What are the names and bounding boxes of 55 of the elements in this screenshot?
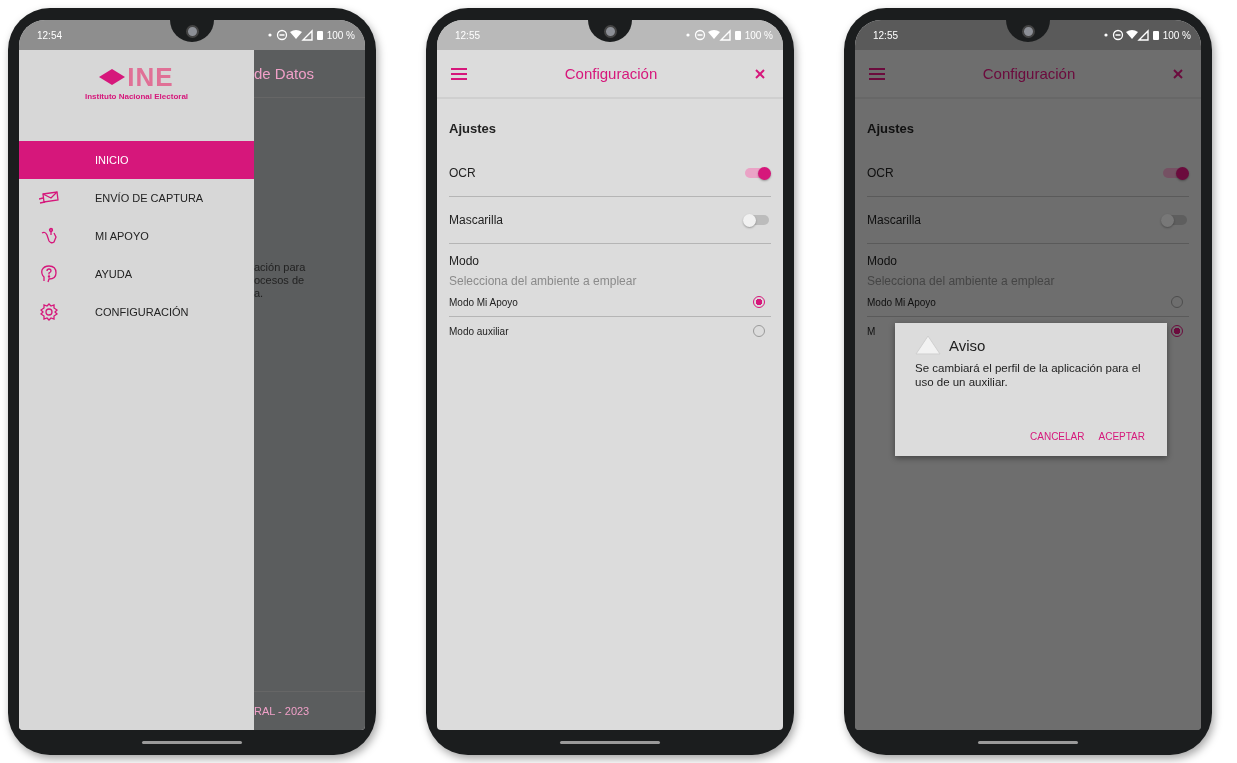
option-label: Modo auxiliar: [449, 325, 509, 337]
battery-percent: 100 %: [326, 29, 355, 41]
radio-button[interactable]: [753, 296, 765, 308]
menu-item[interactable]: AYUDA: [19, 255, 254, 293]
option-label: M: [867, 325, 876, 337]
option-label: Modo Mi Apoyo: [449, 296, 518, 308]
toggle-switch[interactable]: [1163, 215, 1187, 225]
status-time: 12:54: [37, 29, 63, 41]
option-label: Modo Mi Apoyo: [867, 296, 936, 308]
logo-subtitle: Instituto Nacional Electoral: [84, 92, 189, 101]
battery-percent: 100 %: [744, 29, 773, 41]
close-icon[interactable]: [1173, 68, 1183, 79]
battery-percent: 100 %: [1162, 29, 1191, 41]
logo-text: INE: [127, 64, 174, 90]
setting-label: OCR: [449, 166, 476, 180]
status-time: 12:55: [873, 29, 899, 41]
setting-label: Modo: [867, 254, 899, 268]
toggle-switch[interactable]: [745, 215, 769, 225]
status-icons: [266, 29, 325, 41]
section-heading: Ajustes: [449, 121, 497, 136]
body-text: ación para: [254, 261, 307, 274]
camera-notch: [1006, 20, 1050, 42]
setting-label: Mascarilla: [449, 213, 503, 227]
menu-item[interactable]: MI APOYO: [19, 217, 254, 255]
diamond-icon: [99, 69, 126, 85]
menu-item[interactable]: CONFIGURACIÓN: [19, 293, 254, 331]
setting-description: Selecciona del ambiente a emplear: [449, 274, 638, 288]
footer-text: RAL - 2023: [254, 705, 310, 717]
warning-icon: [915, 335, 941, 355]
section-heading: Ajustes: [867, 121, 915, 136]
toggle-switch[interactable]: [745, 168, 769, 178]
menu-item[interactable]: INICIO: [19, 141, 254, 179]
setting-label: OCR: [867, 166, 894, 180]
camera-notch: [588, 20, 632, 42]
dialog-title: Aviso: [949, 336, 986, 354]
setting-label: Modo: [449, 254, 481, 268]
body-text: a.: [254, 287, 265, 300]
toggle-switch[interactable]: [1163, 168, 1187, 178]
screen-title: Configuración: [564, 65, 658, 82]
screen-title: de Datos: [254, 65, 315, 82]
close-icon[interactable]: [755, 68, 765, 79]
dialog-message: Se cambiará el perfil de la aplicación para el uso de un auxiliar.: [915, 361, 1142, 389]
menu-item[interactable]: ENVÍO DE CAPTURA: [19, 179, 254, 217]
setting-label: Mascarilla: [867, 213, 921, 227]
status-icons: [1102, 29, 1161, 41]
envelope-icon: [39, 190, 59, 206]
question-icon: [40, 265, 58, 283]
menu-icon[interactable]: [451, 67, 467, 80]
status-icons: [684, 29, 743, 41]
status-time: 12:55: [455, 29, 481, 41]
menu-icon[interactable]: [869, 67, 885, 80]
dialog-button[interactable]: ACEPTAR: [1096, 427, 1147, 446]
gear-icon: [40, 303, 58, 321]
screen-title: Configuración: [982, 65, 1076, 82]
dialog-button[interactable]: CANCELAR: [1028, 427, 1087, 446]
